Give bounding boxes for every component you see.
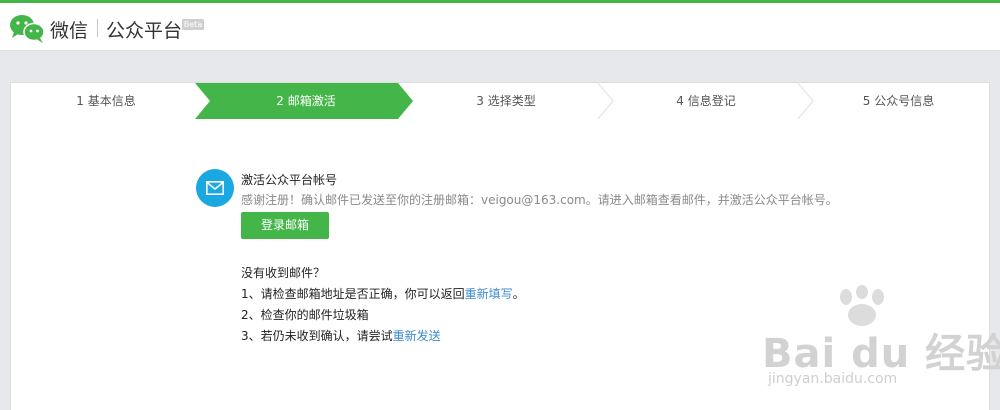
watermark-url: jingyan.baidu.com [768, 371, 898, 387]
step-1-basic-info: 1 基本信息 [76, 94, 136, 108]
help-item-1: 1、请检查邮箱地址是否正确，你可以返回重新填写。 [241, 284, 525, 305]
resend-link[interactable]: 重新发送 [393, 329, 441, 343]
step-progress-bar: 1 基本信息 2 邮箱激活 3 选择类型 4 信息登记 5 公众号信息 [11, 83, 989, 119]
login-email-button[interactable]: 登录邮箱 [241, 212, 329, 239]
step-4-info-registration: 4 信息登记 [676, 94, 736, 108]
help-item-3-text: 3、若仍未收到确认，请尝试 [241, 329, 393, 343]
mail-icon [196, 169, 234, 207]
help-item-1-period: 。 [512, 287, 525, 301]
help-title: 没有收到邮件？ [241, 266, 326, 280]
help-item-2: 2、检查你的邮件垃圾箱 [241, 308, 369, 322]
brand-divider [97, 19, 98, 37]
platform-name: 公众平台 [106, 20, 183, 42]
step-5-account-info: 5 公众号信息 [862, 94, 935, 108]
wechat-logo-icon[interactable] [8, 12, 46, 44]
brand-name: 微信 [50, 20, 89, 42]
step-2-email-activation: 2 邮箱激活 [276, 94, 336, 108]
help-section: 没有收到邮件？ 1、请检查邮箱地址是否正确，你可以返回重新填写。 2、检查你的邮… [241, 263, 525, 347]
top-header: 微信 公众平台 Beta [0, 3, 1000, 51]
help-item-3: 3、若仍未收到确认，请尝试重新发送 [241, 326, 525, 347]
help-item-1-text: 1、请检查邮箱地址是否正确，你可以返回 [241, 287, 465, 301]
activation-title: 激活公众平台帐号 [241, 173, 338, 187]
baidu-jingyan-watermark: Bai du 经验 jingyan.baidu.com [762, 285, 1000, 395]
beta-badge: Beta [182, 19, 204, 30]
activation-description: 感谢注册！确认邮件已发送至你的注册邮箱：veigou@163.com。请进入邮箱… [241, 193, 838, 207]
step-3-choose-type: 3 选择类型 [476, 94, 536, 108]
refill-link[interactable]: 重新填写 [465, 287, 513, 301]
